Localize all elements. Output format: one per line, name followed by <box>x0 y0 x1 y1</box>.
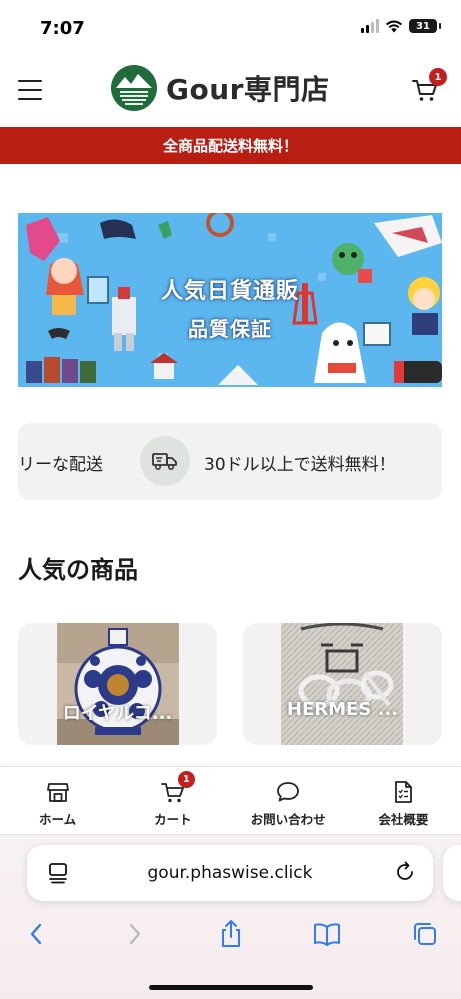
store-icon <box>46 783 69 802</box>
book-icon <box>314 923 340 946</box>
nav-cart-label: カート <box>154 812 192 827</box>
url-text: gour.phaswise.click <box>147 863 313 883</box>
nav-contact[interactable]: お問い合わせ <box>231 767 346 834</box>
product-image-vase <box>57 623 179 745</box>
feature-text-delivery: リーな配送 <box>18 455 103 475</box>
status-bar: 7:07 31 <box>0 0 461 58</box>
next-tab-preview[interactable] <box>443 845 461 901</box>
back-button[interactable] <box>21 919 51 949</box>
forward-button[interactable] <box>120 919 150 949</box>
header-cart-button[interactable]: 1 <box>411 68 447 104</box>
hero-banner[interactable]: 人気日貨通販 品質保証 <box>18 213 442 387</box>
product-name: HERMES ... <box>286 699 399 720</box>
feature-carousel[interactable]: リーな配送 30ドル以上で送料無料！ <box>18 423 442 500</box>
document-checklist-icon <box>395 781 413 803</box>
wifi-icon <box>386 20 402 33</box>
banner-headline: 人気日貨通販 <box>160 279 299 304</box>
nav-company[interactable]: 会社概要 <box>346 767 461 834</box>
product-image-hermes-bracelet <box>281 623 403 745</box>
hamburger-menu-icon[interactable] <box>18 80 42 100</box>
banner-subheadline: 品質保証 <box>188 317 272 341</box>
address-bar[interactable]: gour.phaswise.click <box>27 845 433 901</box>
promo-bar: 全商品配送料無料！ <box>0 127 461 164</box>
promo-text: 全商品配送料無料！ <box>162 137 298 155</box>
bookmarks-button[interactable] <box>312 919 342 949</box>
tabs-icon <box>414 923 436 945</box>
nav-cart[interactable]: 1 カート <box>115 767 230 834</box>
nav-home[interactable]: ホーム <box>0 767 115 834</box>
battery-icon: 31 <box>409 19 441 33</box>
site-header: Gour専門店 1 <box>0 58 461 126</box>
product-card[interactable]: ロイヤルコ... <box>18 623 217 745</box>
nav-company-label: 会社概要 <box>378 812 429 827</box>
tabs-button[interactable] <box>410 919 440 949</box>
cellular-signal-icon <box>361 19 379 33</box>
nav-cart-count-badge: 1 <box>177 771 195 788</box>
feature-text-free-shipping: 30ドル以上で送料無料！ <box>204 455 396 475</box>
home-indicator <box>149 985 313 990</box>
chevron-right-icon <box>129 923 141 945</box>
status-time: 7:07 <box>40 18 85 39</box>
bottom-nav: ホーム 1 カート お問い合わせ 会社概要 <box>0 766 461 834</box>
nav-home-label: ホーム <box>39 812 77 827</box>
share-icon <box>222 920 240 947</box>
site-logo[interactable]: Gour専門店 <box>110 64 329 112</box>
chat-bubble-icon <box>277 782 300 802</box>
browser-chrome: gour.phaswise.click <box>0 834 461 999</box>
nav-contact-label: お問い合わせ <box>250 812 326 827</box>
brand-name: Gour専門店 <box>166 73 330 106</box>
product-name: ロイヤルコ... <box>62 703 173 724</box>
delivery-truck-icon <box>140 436 190 486</box>
browser-toolbar <box>0 913 461 957</box>
chevron-left-icon <box>30 923 42 945</box>
cart-count-badge: 1 <box>429 68 447 86</box>
product-card[interactable]: HERMES ... <box>243 623 442 745</box>
status-icons: 31 <box>361 19 441 33</box>
nav-cart-icon-wrap: 1 <box>160 771 195 805</box>
popular-products-title: 人気の商品 <box>18 556 138 584</box>
share-button[interactable] <box>216 919 246 949</box>
reload-icon[interactable] <box>393 860 417 884</box>
logo-mark-icon <box>111 65 157 111</box>
